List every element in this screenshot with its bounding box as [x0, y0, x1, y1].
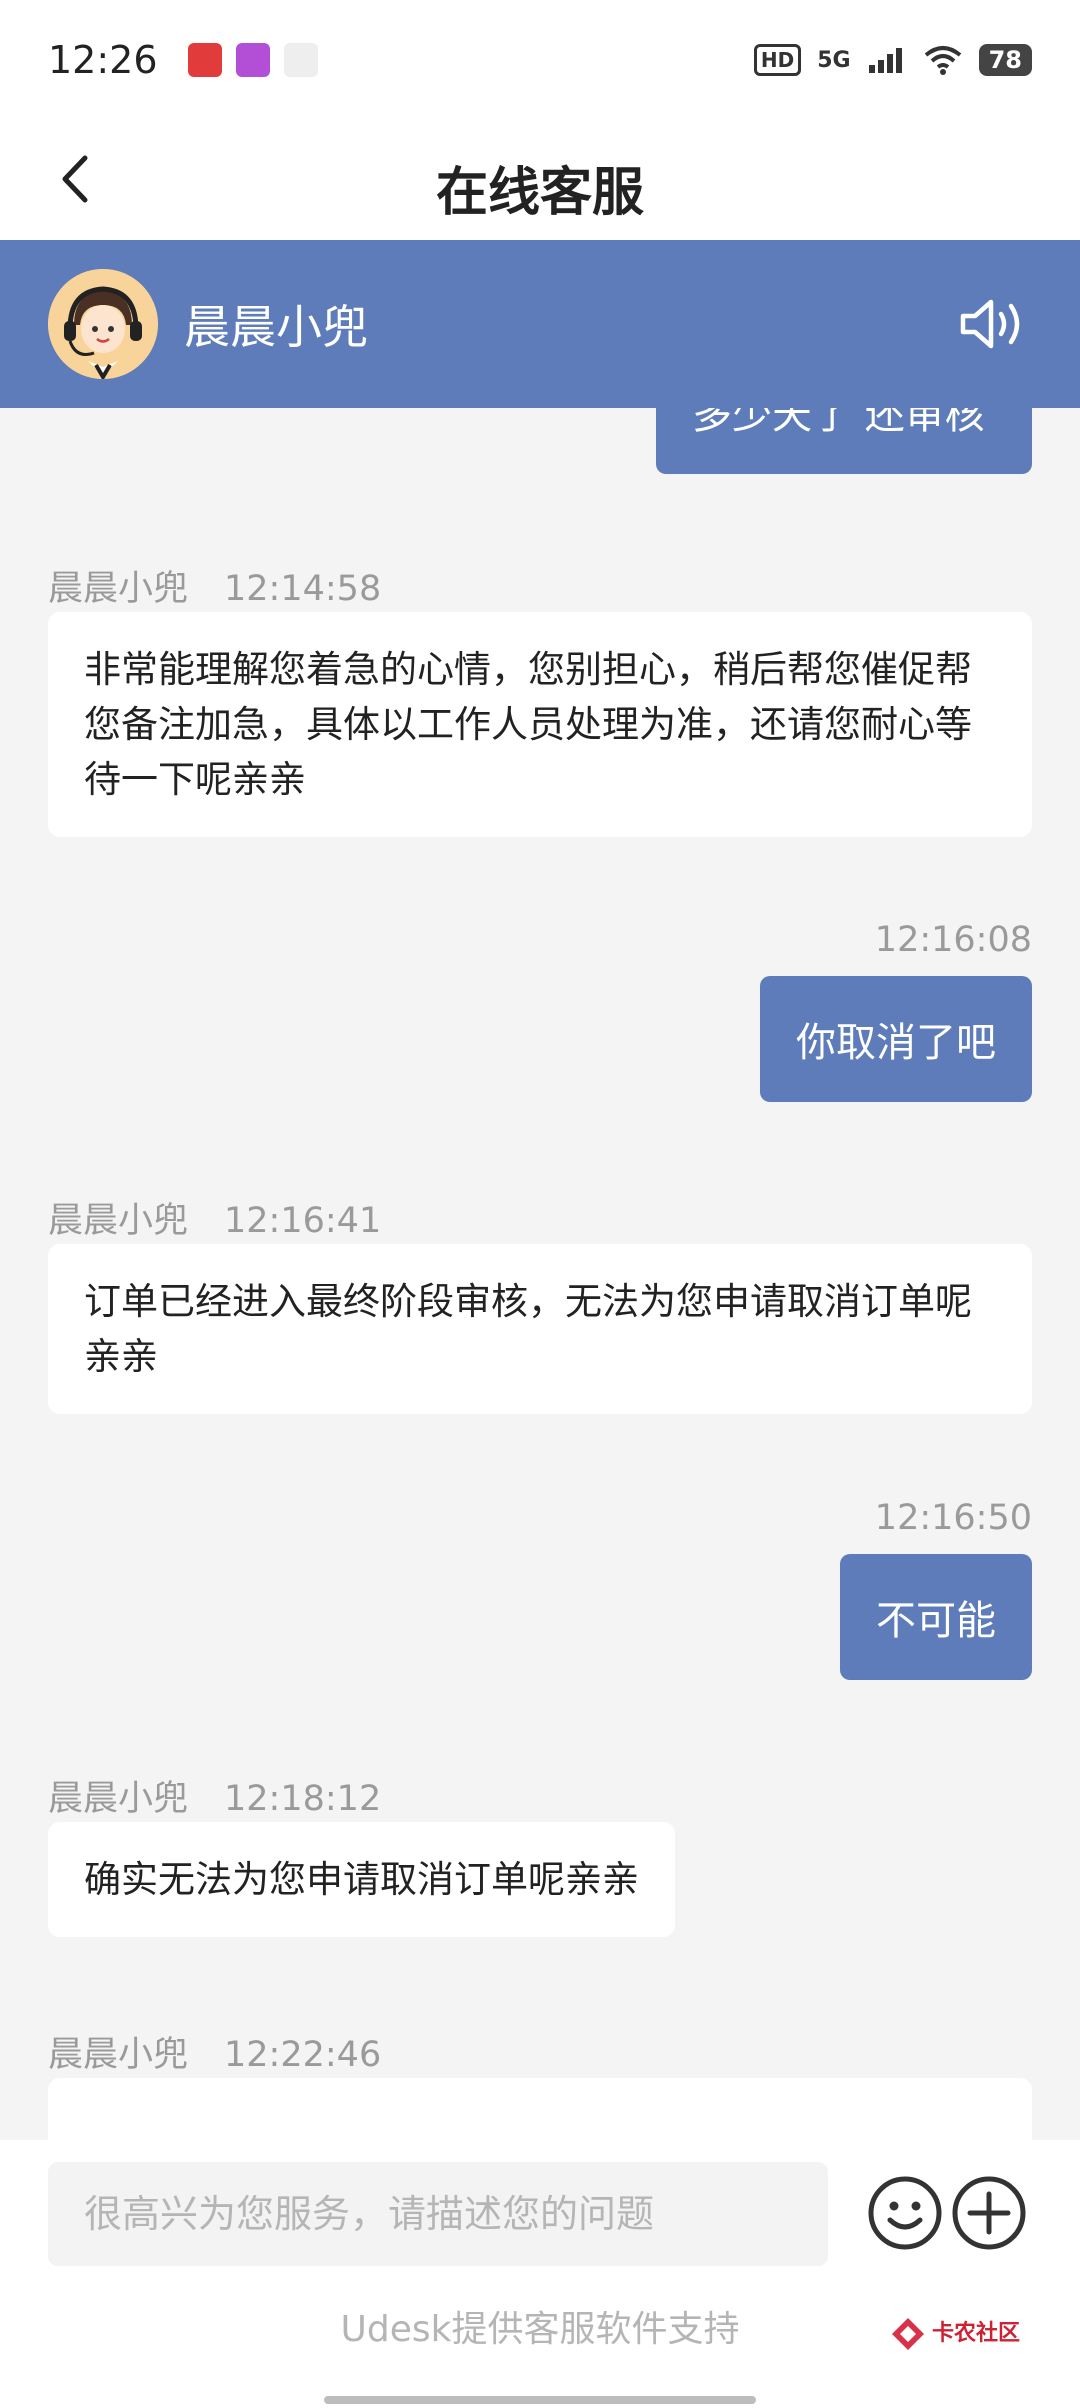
notification-icons: [187, 43, 318, 77]
message-timestamp: 12:16:50: [874, 1498, 1032, 1538]
app-notification-icon: [283, 43, 318, 77]
agent-message-bubble: 确实无法为您申请取消订单呢亲亲: [48, 1822, 675, 1937]
agent-message-text: 确实无法为您申请取消订单呢亲亲: [84, 1858, 639, 1901]
chat-messages[interactable]: 多少天了 还审核 晨晨小兜 12:14:58 非常能理解您着急的心情，您别担心，稍…: [0, 408, 1080, 2140]
message-timestamp: 12:16:41: [224, 1201, 382, 1241]
network-type: 5G: [817, 47, 851, 73]
agent-message-text: 订单已经进入最终阶段审核，无法为您申请取消订单呢亲亲: [84, 1280, 972, 1378]
agent-message-sender: 晨晨小兜: [48, 2035, 189, 2075]
status-indicators: HD 5G 78: [753, 44, 1032, 76]
message-timestamp: 12:18:12: [224, 1779, 382, 1819]
agent-message-text: 非常能理解您着急的心情，您别担心，稍后帮您催促帮您备注加急，具体以工作人员处理为…: [84, 648, 972, 801]
emoji-button[interactable]: [866, 2174, 944, 2252]
agent-message-sender: 晨晨小兜: [48, 1201, 189, 1241]
app-notification-icon: [235, 43, 270, 77]
speaker-icon: [960, 299, 1020, 349]
message-timestamp: 12:22:46: [224, 2035, 382, 2075]
agent-message-sender: 晨晨小兜: [48, 569, 189, 609]
headset-agent-icon: [48, 269, 158, 379]
page-title: 在线客服: [435, 163, 644, 223]
user-message-bubble: 多少天了 还审核: [656, 408, 1032, 474]
hd-icon: HD: [753, 44, 802, 76]
user-message: 多少天了 还审核: [656, 408, 1032, 474]
user-message-bubble: 你取消了吧: [760, 976, 1032, 1102]
user-message-text: 不可能: [876, 1598, 996, 1644]
agent-message-sender: 晨晨小兜: [48, 1779, 189, 1819]
status-bar: 12:26 HD 5G 78: [0, 0, 1080, 120]
signal-icon: [868, 48, 902, 73]
more-options-button[interactable]: [950, 2174, 1028, 2252]
home-indicator[interactable]: [324, 2396, 756, 2404]
agent-message-bubble: 非常能理解您着急的心情，您别担心，稍后帮您催促帮您备注加急，具体以工作人员处理为…: [48, 612, 1032, 837]
agent-message-bubble: 订单已经进入最终阶段审核，无法为您申请取消订单呢亲亲: [48, 1244, 1032, 1414]
input-bar: Udesk提供客服软件支持 卡农社区: [0, 2140, 1080, 2408]
chat-screen: 12:26 HD 5G 78 在线客服 晨晨小兜 多少天了 还审核 晨晨小兜 1…: [0, 0, 1080, 2408]
plus-circle-icon: [952, 2176, 1026, 2250]
battery-indicator: 78: [978, 44, 1032, 76]
message-input[interactable]: [48, 2162, 828, 2266]
user-message: 你取消了吧: [760, 976, 1032, 1102]
sound-toggle-button[interactable]: [952, 284, 1032, 364]
agent-message-meta: 晨晨小兜 12:18:12: [48, 1770, 381, 1821]
status-time: 12:26: [48, 38, 158, 82]
user-message: 不可能: [840, 1554, 1032, 1680]
wifi-icon: [924, 46, 961, 75]
message-timestamp: 12:14:58: [224, 569, 382, 609]
agent-avatar: [48, 269, 158, 379]
smiley-icon: [868, 2176, 942, 2250]
watermark: 卡农社区: [890, 2316, 1020, 2352]
agent-message-meta: 晨晨小兜 12:22:46: [48, 2026, 381, 2077]
agent-message-bubble: [48, 2078, 1032, 2140]
agent-name: 晨晨小兜: [184, 300, 368, 354]
agent-message-meta: 晨晨小兜 12:16:41: [48, 1192, 381, 1243]
watermark-logo-icon: [891, 2318, 924, 2350]
watermark-text: 卡农社区: [931, 2321, 1020, 2346]
title-bar: 在线客服: [0, 120, 1080, 240]
app-notification-icon: [187, 43, 222, 77]
agent-header: 晨晨小兜: [0, 240, 1080, 408]
user-message-bubble: 不可能: [840, 1554, 1032, 1680]
user-message-text: 多少天了 还审核: [692, 408, 985, 438]
agent-message-meta: 晨晨小兜 12:14:58: [48, 560, 381, 611]
message-timestamp: 12:16:08: [874, 920, 1032, 960]
user-message-text: 你取消了吧: [796, 1020, 996, 1066]
